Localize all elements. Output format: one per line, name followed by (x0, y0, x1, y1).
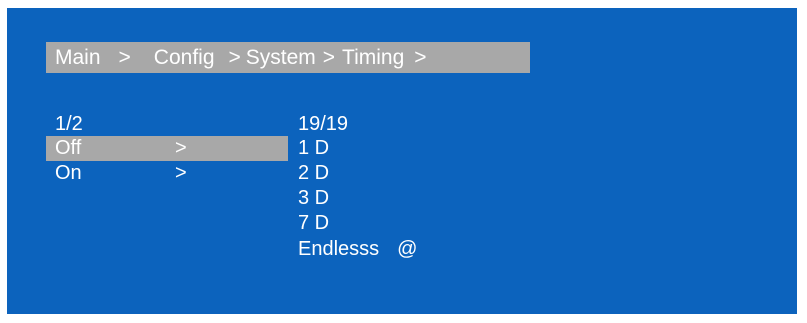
option-2d[interactable]: 2 D (290, 161, 590, 186)
option-label-text: Endlesss (298, 238, 380, 260)
right-page-indicator: 19/19 (298, 113, 349, 135)
breadcrumb-config[interactable]: Config (131, 46, 215, 70)
chevron-right-icon: > (175, 162, 187, 184)
option-label: 7 D (298, 212, 330, 234)
menu-item-off[interactable]: Off > (46, 136, 288, 161)
osd-screen: Main > Config > System > Timing > 1/2 Of… (7, 8, 797, 314)
menu-item-label: On (55, 162, 82, 184)
breadcrumb-separator: > (118, 45, 131, 69)
option-3d[interactable]: 3 D (290, 186, 590, 211)
left-page-indicator: 1/2 (55, 113, 83, 135)
breadcrumb-separator: > (322, 45, 336, 69)
chevron-right-icon: > (175, 137, 187, 159)
option-7d[interactable]: 7 D (290, 211, 590, 236)
option-label: 3 D (298, 187, 330, 209)
menu-item-label: Off (55, 137, 82, 159)
breadcrumb-separator: > (414, 45, 427, 69)
breadcrumb: Main > Config > System > Timing > (46, 42, 530, 73)
breadcrumb-main[interactable]: Main (46, 46, 101, 70)
option-label: 2 D (298, 162, 330, 184)
breadcrumb-system[interactable]: System (241, 46, 316, 70)
menu-item-on[interactable]: On > (46, 161, 288, 186)
current-selection-marker: @ (397, 238, 418, 260)
option-label: Endlesss @ (298, 237, 417, 262)
breadcrumb-separator: > (228, 45, 241, 69)
option-endless[interactable]: Endlesss @ (290, 237, 590, 262)
breadcrumb-timing[interactable]: Timing (335, 46, 404, 70)
option-1d[interactable]: 1 D (290, 136, 590, 161)
option-label: 1 D (298, 137, 330, 159)
